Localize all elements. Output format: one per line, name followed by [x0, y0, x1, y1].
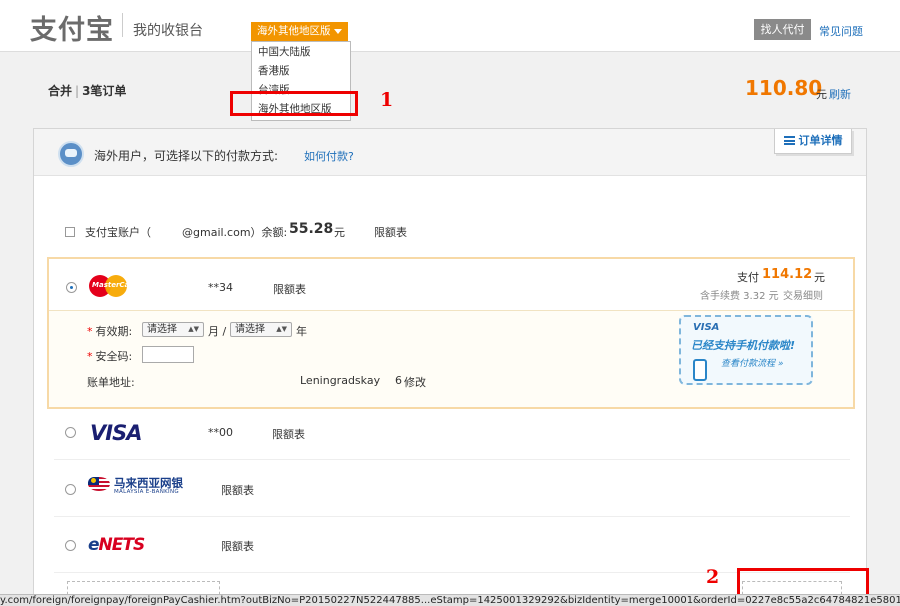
billing-address-value: Leningradskay: [300, 374, 381, 387]
annotation-box-1: [230, 91, 358, 116]
alipay-balance-checkbox[interactable]: [65, 227, 75, 237]
mastercard-fee-text: 含手续费 3.32 元: [700, 291, 779, 302]
mastercard-pay-label: 支付: [737, 271, 759, 284]
alipay-logo[interactable]: 支付宝: [30, 8, 114, 47]
mobile-pay-promo[interactable]: VISA 已经支持手机付款啦! 查看付款流程 »: [679, 315, 813, 385]
enets-limit-link[interactable]: 限额表: [221, 538, 254, 554]
enets-logo-prefix: e: [88, 535, 99, 555]
mastercard-logo-text: MasterCard: [92, 281, 138, 289]
mastercard-radio[interactable]: [66, 282, 77, 293]
mastercard-pay-unit: 元: [814, 271, 825, 284]
order-prefix: 合并: [48, 84, 73, 98]
billing-address-label: 账单地址:: [87, 376, 135, 389]
list-icon: [783, 136, 795, 145]
payment-methods-heading: 海外用户，可选择以下的付款方式:: [94, 149, 279, 163]
order-total-amount: 110.80: [745, 76, 823, 100]
alipay-balance-unit: 元: [334, 226, 345, 239]
visa-logo: VISA: [90, 421, 142, 445]
payment-panel: 海外用户，可选择以下的付款方式: 如何付款? 订单详情 支付宝账户（ @gmai…: [33, 128, 867, 606]
mastercard-masked-number: **34: [208, 281, 233, 294]
cvv-input[interactable]: [142, 346, 194, 363]
mastercard-option-selected[interactable]: MasterCard **34 限额表 支付 114.12 元 含手续费 3.3…: [47, 257, 855, 409]
promo-headline: 已经支持手机付款啦!: [691, 339, 796, 352]
transaction-terms-link[interactable]: 交易细则: [783, 287, 823, 302]
order-count: 3笔订单: [82, 84, 127, 98]
malaysia-limit-link[interactable]: 限额表: [221, 482, 254, 498]
enets-radio[interactable]: [65, 540, 76, 551]
required-marker: *: [87, 325, 93, 338]
mastercard-pay-amount: 114.12: [762, 267, 813, 282]
mastercard-limit-link[interactable]: 限额表: [273, 281, 306, 297]
find-agent-button[interactable]: 找人代付: [754, 19, 811, 40]
alipay-account-email: @gmail.com）余额:: [182, 226, 288, 239]
alipay-limit-link[interactable]: 限额表: [374, 224, 407, 240]
edit-billing-link[interactable]: 修改: [404, 374, 426, 390]
order-total-unit: 元: [816, 88, 827, 101]
row-divider: [54, 459, 850, 460]
browser-status-url: y.com/foreign/foreignpay/foreignPayCashi…: [0, 594, 900, 606]
month-unit: 月 /: [208, 325, 227, 338]
alipay-account-label: 支付宝账户（: [85, 226, 151, 239]
caret-down-icon: [333, 28, 342, 34]
select-arrows-icon: ▲▼: [188, 325, 199, 333]
expiry-month-value: 请选择: [147, 324, 177, 335]
top-bar: 支付宝 我的收银台 海外其他地区版 找人代付 常见问题: [0, 0, 900, 52]
enets-logo-main: NETS: [98, 535, 146, 555]
order-details-label: 订单详情: [798, 134, 843, 147]
refresh-link[interactable]: 刷新: [829, 86, 851, 102]
promo-visa-logo: VISA: [693, 322, 720, 333]
expiry-year-value: 请选择: [235, 324, 265, 335]
expiry-month-select[interactable]: 请选择 ▲▼: [142, 322, 204, 337]
row-divider: [54, 516, 850, 517]
order-separator: |: [75, 84, 80, 98]
region-option-hongkong[interactable]: 香港版: [252, 62, 350, 81]
order-summary: 合并 | 3笔订单: [48, 82, 126, 99]
phone-icon: [693, 359, 707, 381]
malaysia-flag-icon: [88, 477, 110, 491]
billing-address-number: 6: [395, 374, 402, 387]
cvv-label: * 安全码:: [87, 348, 132, 364]
expiry-label-text: 有效期:: [95, 325, 133, 338]
cashier-title: 我的收银台: [133, 23, 203, 39]
globe-icon: [58, 141, 84, 167]
cvv-label-text: 安全码:: [95, 350, 133, 363]
expiry-year-select[interactable]: 请选择 ▲▼: [230, 322, 292, 337]
region-selector-label: 海外其他地区版: [257, 25, 331, 37]
year-unit: 年: [296, 325, 307, 338]
annotation-number-2: 2: [706, 566, 720, 588]
visa-radio[interactable]: [65, 427, 76, 438]
malaysia-ebanking-subtitle: MALAYSIA E-BANKING: [114, 489, 179, 495]
expiry-label: * 有效期:: [87, 323, 132, 339]
malaysia-ebanking-radio[interactable]: [65, 484, 76, 495]
mastercard-summary: MasterCard **34 限额表 支付 114.12 元 含手续费 3.3…: [49, 259, 853, 311]
enets-logo: eNETS: [88, 535, 146, 555]
promo-view-flow: 查看付款流程 »: [721, 359, 784, 369]
faq-link[interactable]: 常见问题: [819, 23, 863, 39]
panel-header: 海外用户，可选择以下的付款方式: 如何付款? 订单详情: [34, 129, 866, 176]
logo-divider: [122, 13, 123, 37]
required-marker: *: [87, 350, 93, 363]
alipay-balance-amount: 55.28: [289, 221, 334, 237]
select-arrows-icon: ▲▼: [276, 325, 287, 333]
order-details-tab[interactable]: 订单详情: [774, 129, 852, 154]
annotation-number-1: 1: [380, 89, 394, 111]
row-divider: [54, 572, 850, 573]
region-selector-button[interactable]: 海外其他地区版: [251, 22, 348, 41]
region-option-mainland[interactable]: 中国大陆版: [252, 43, 350, 62]
mastercard-logo: MasterCard: [89, 275, 138, 297]
visa-limit-link[interactable]: 限额表: [272, 426, 305, 442]
visa-masked-number: **00: [208, 426, 233, 439]
how-to-pay-link[interactable]: 如何付款?: [304, 148, 354, 164]
